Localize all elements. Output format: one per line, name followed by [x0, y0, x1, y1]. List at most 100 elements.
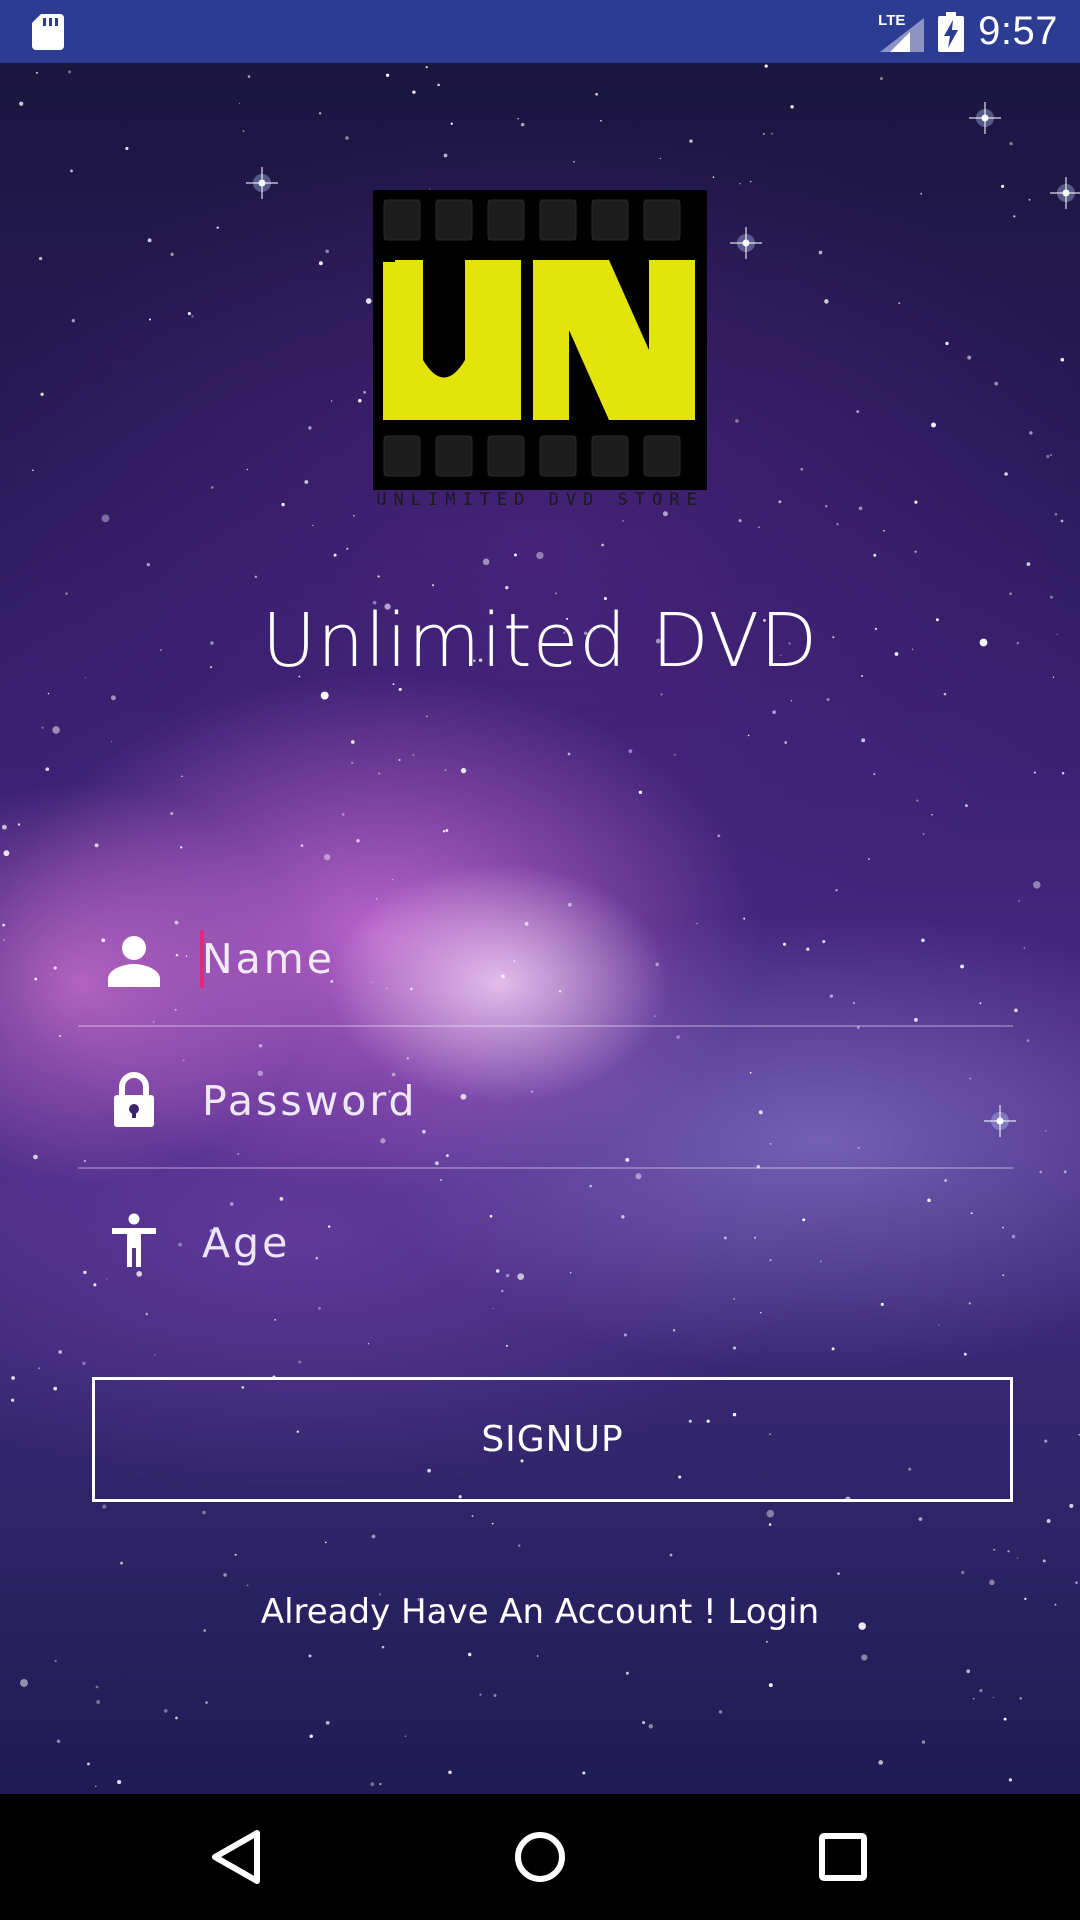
star [53, 966, 57, 970]
star [3, 850, 10, 857]
star [1046, 1519, 1051, 1523]
star [54, 1659, 57, 1662]
home-icon[interactable] [510, 1827, 570, 1887]
star [117, 1780, 122, 1785]
star [505, 1344, 508, 1347]
star [181, 775, 183, 778]
star [59, 1034, 62, 1037]
star [87, 1762, 90, 1766]
star [963, 1352, 967, 1356]
star [873, 773, 876, 776]
star [170, 812, 174, 816]
star [95, 1785, 97, 1788]
star [1008, 1778, 1013, 1782]
star [918, 1517, 923, 1521]
star [65, 592, 68, 595]
star [712, 176, 715, 179]
star [964, 804, 968, 808]
star [154, 1354, 156, 1356]
un-logo [373, 190, 707, 490]
star [972, 1697, 975, 1700]
bright-star [246, 167, 278, 199]
star [47, 692, 50, 695]
star [967, 355, 972, 360]
star [1023, 947, 1026, 949]
name-input[interactable] [202, 919, 992, 999]
star [601, 543, 604, 547]
star [1075, 1581, 1078, 1584]
star [800, 467, 804, 471]
star [989, 1579, 995, 1586]
star [350, 740, 355, 744]
star [1026, 1039, 1030, 1042]
star [747, 734, 750, 737]
star [1049, 453, 1053, 457]
star [916, 799, 919, 802]
bright-star [969, 102, 1001, 134]
star [431, 584, 435, 587]
star [772, 710, 776, 714]
star [223, 1573, 227, 1577]
status-bar: LTE 9:57 [0, 0, 1080, 63]
star [205, 1701, 208, 1704]
star [239, 102, 241, 104]
star [242, 130, 245, 133]
star [444, 769, 447, 772]
signup-button[interactable]: SIGNUP [92, 1377, 1013, 1502]
password-input[interactable] [202, 1061, 992, 1141]
star [878, 1760, 884, 1765]
star [1044, 1439, 1048, 1443]
sd-card-icon [32, 14, 64, 50]
login-link[interactable]: Already Have An Account ! Login [0, 1592, 1080, 1632]
recents-icon[interactable] [813, 1827, 873, 1887]
star [479, 1693, 482, 1696]
star [377, 575, 380, 578]
star [883, 529, 885, 532]
star [365, 298, 372, 304]
star [517, 118, 519, 120]
star [351, 761, 354, 765]
star [120, 1561, 124, 1565]
star [642, 1721, 646, 1725]
star [778, 500, 782, 504]
star [1026, 562, 1031, 566]
star [831, 1347, 835, 1351]
galaxy-background: UNLIMITED DVD STORE Unlimited DVD Name A… [0, 63, 1080, 1794]
star [1069, 1503, 1074, 1508]
star [320, 691, 329, 700]
app-title: Unlimited DVD [261, 598, 819, 684]
star [363, 390, 367, 394]
person-icon [108, 936, 160, 987]
star [739, 182, 741, 185]
star [312, 524, 314, 527]
star [246, 1584, 249, 1587]
star [790, 105, 794, 109]
star [938, 1324, 940, 1326]
age-input[interactable] [202, 1203, 992, 1283]
star [861, 1654, 868, 1661]
star [921, 1740, 926, 1744]
star [554, 592, 557, 595]
star [536, 1655, 539, 1657]
back-icon[interactable] [207, 1827, 267, 1887]
star [1060, 357, 1065, 362]
star [837, 1572, 840, 1575]
star [1046, 454, 1050, 459]
star [33, 1154, 38, 1160]
star [760, 1311, 762, 1314]
star [448, 1770, 452, 1775]
battery-charging-icon [938, 11, 965, 52]
signup-screen: LTE 9:57 UNLIMITED DVD STORE Unlimited D… [0, 0, 1080, 1920]
star [180, 846, 183, 849]
star [45, 767, 50, 772]
star [931, 813, 933, 816]
star [520, 122, 525, 127]
star [979, 1688, 983, 1693]
star [993, 1548, 996, 1551]
star [861, 738, 866, 743]
star [922, 833, 925, 835]
star [1013, 215, 1016, 218]
star [318, 112, 322, 115]
star [824, 299, 829, 304]
star [254, 575, 258, 578]
